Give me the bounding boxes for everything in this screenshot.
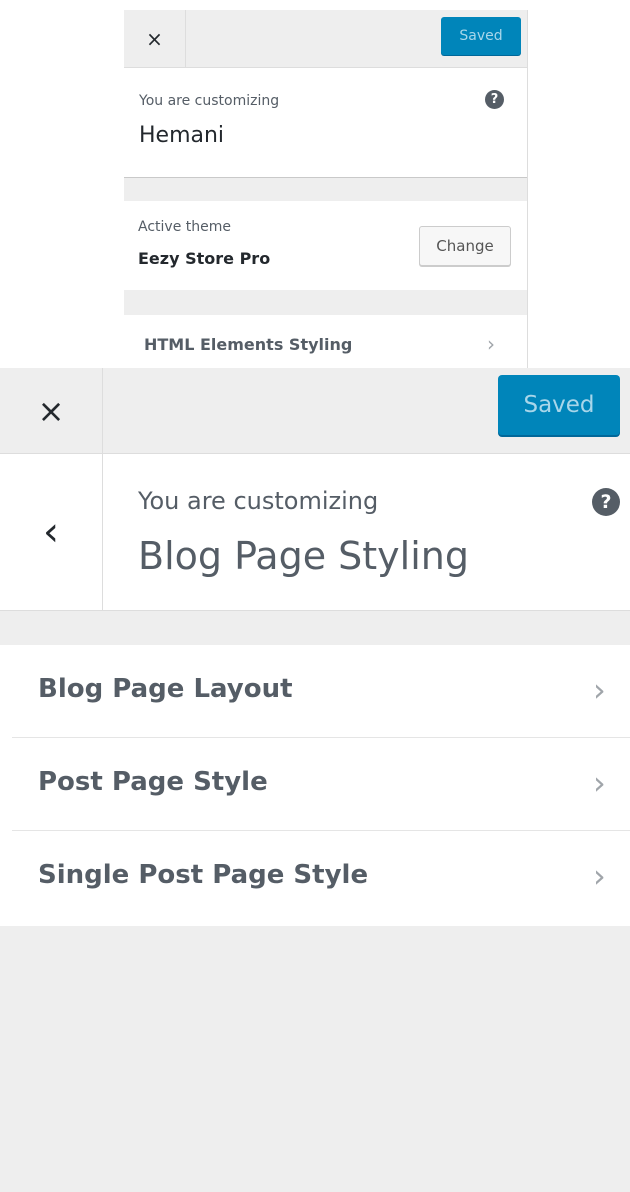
section-label: Single Post Page Style bbox=[38, 860, 369, 890]
customizer-header: × Saved bbox=[0, 368, 630, 454]
section-label: HTML Elements Styling bbox=[144, 335, 353, 354]
chevron-right-icon: › bbox=[593, 764, 606, 802]
customizing-title: Blog Page Styling bbox=[138, 534, 469, 578]
back-button[interactable]: ‹ bbox=[0, 454, 103, 610]
customizing-info: ‹ You are customizing Blog Page Styling … bbox=[0, 454, 630, 611]
close-icon: × bbox=[37, 391, 65, 430]
help-icon[interactable]: ? bbox=[592, 488, 620, 516]
chevron-right-icon: › bbox=[487, 332, 495, 356]
section-single-post-page-style[interactable]: Single Post Page Style › bbox=[0, 831, 630, 924]
saved-button[interactable]: Saved bbox=[498, 375, 620, 435]
customizer-panel-blog: × Saved ‹ You are customizing Blog Page … bbox=[0, 368, 630, 1192]
chevron-left-icon: ‹ bbox=[43, 509, 59, 555]
saved-button[interactable]: Saved bbox=[441, 17, 521, 55]
active-theme-name: Eezy Store Pro bbox=[138, 249, 271, 268]
section-html-elements-styling[interactable]: HTML Elements Styling › bbox=[124, 314, 527, 368]
customizer-header: × Saved bbox=[124, 10, 527, 68]
customizing-title: Hemani bbox=[139, 123, 225, 148]
close-icon: × bbox=[146, 26, 163, 51]
change-theme-button[interactable]: Change bbox=[419, 226, 511, 266]
section-list: Blog Page Layout › Post Page Style › Sin… bbox=[0, 645, 630, 926]
chevron-right-icon: › bbox=[593, 857, 606, 895]
section-label: Post Page Style bbox=[38, 767, 268, 797]
active-theme-label: Active theme bbox=[138, 219, 231, 235]
active-theme-section: Active theme Eezy Store Pro Change bbox=[124, 201, 527, 290]
help-icon[interactable]: ? bbox=[485, 90, 504, 109]
customizing-label: You are customizing bbox=[138, 487, 379, 515]
close-customizer-button[interactable]: × bbox=[124, 10, 186, 67]
chevron-right-icon: › bbox=[593, 671, 606, 709]
customizing-label: You are customizing bbox=[139, 93, 280, 109]
section-label: Blog Page Layout bbox=[38, 674, 293, 704]
customizer-panel-root: × Saved You are customizing Hemani ? Act… bbox=[124, 10, 528, 368]
section-blog-page-layout[interactable]: Blog Page Layout › bbox=[0, 645, 630, 738]
close-customizer-button[interactable]: × bbox=[0, 368, 103, 453]
customizing-info: You are customizing Hemani ? bbox=[124, 68, 527, 178]
section-post-page-style[interactable]: Post Page Style › bbox=[0, 738, 630, 831]
